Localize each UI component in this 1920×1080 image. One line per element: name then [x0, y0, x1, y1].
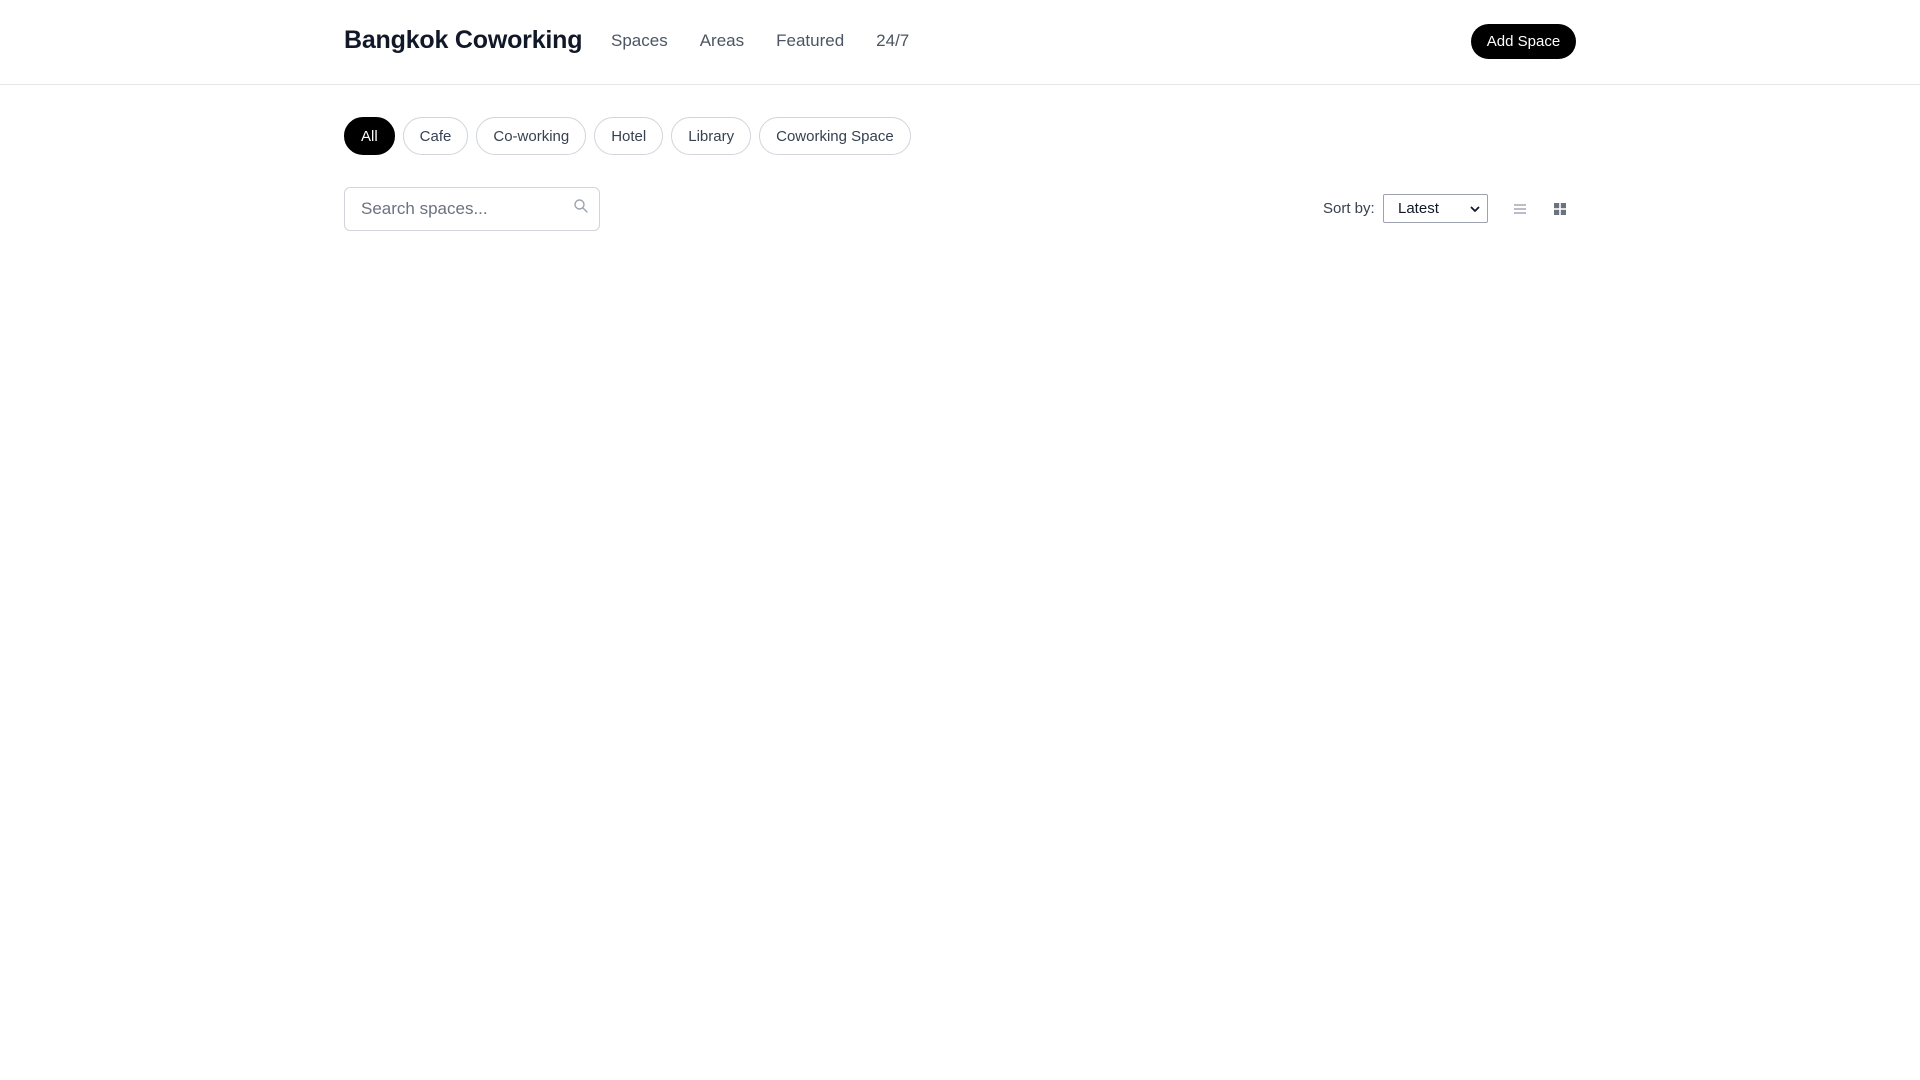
- filter-chip-all[interactable]: All: [344, 117, 395, 155]
- grid-view-button[interactable]: [1550, 199, 1570, 219]
- site-header: Bangkok Coworking Spaces Areas Featured …: [0, 0, 1920, 85]
- nav-link-spaces[interactable]: Spaces: [611, 31, 668, 51]
- sort-selected-value: Latest: [1398, 200, 1439, 217]
- nav-link-24-7[interactable]: 24/7: [876, 31, 909, 51]
- filter-chip-cafe[interactable]: Cafe: [402, 117, 469, 155]
- nav-link-featured[interactable]: Featured: [776, 31, 844, 51]
- sort-select[interactable]: Latest: [1383, 194, 1488, 223]
- list-view-button[interactable]: [1510, 199, 1530, 219]
- search-icon: [574, 199, 588, 213]
- filter-chip-hotel[interactable]: Hotel: [594, 117, 664, 155]
- site-brand[interactable]: Bangkok Coworking: [344, 26, 582, 55]
- chevron-down-icon: [1470, 206, 1480, 212]
- sort-label: Sort by:: [1323, 200, 1375, 217]
- search-input[interactable]: [345, 188, 599, 230]
- list-icon: [1514, 204, 1526, 214]
- category-filters: All Cafe Co-working Hotel Library Cowork…: [344, 117, 911, 155]
- nav-link-areas[interactable]: Areas: [700, 31, 744, 51]
- search-box: [344, 187, 600, 231]
- filter-chip-coworking-space[interactable]: Coworking Space: [759, 117, 911, 155]
- grid-icon: [1554, 203, 1566, 215]
- filter-chip-co-working[interactable]: Co-working: [476, 117, 587, 155]
- main-nav: Spaces Areas Featured 24/7: [611, 31, 909, 51]
- add-space-button[interactable]: Add Space: [1471, 24, 1576, 59]
- filter-chip-library[interactable]: Library: [671, 117, 752, 155]
